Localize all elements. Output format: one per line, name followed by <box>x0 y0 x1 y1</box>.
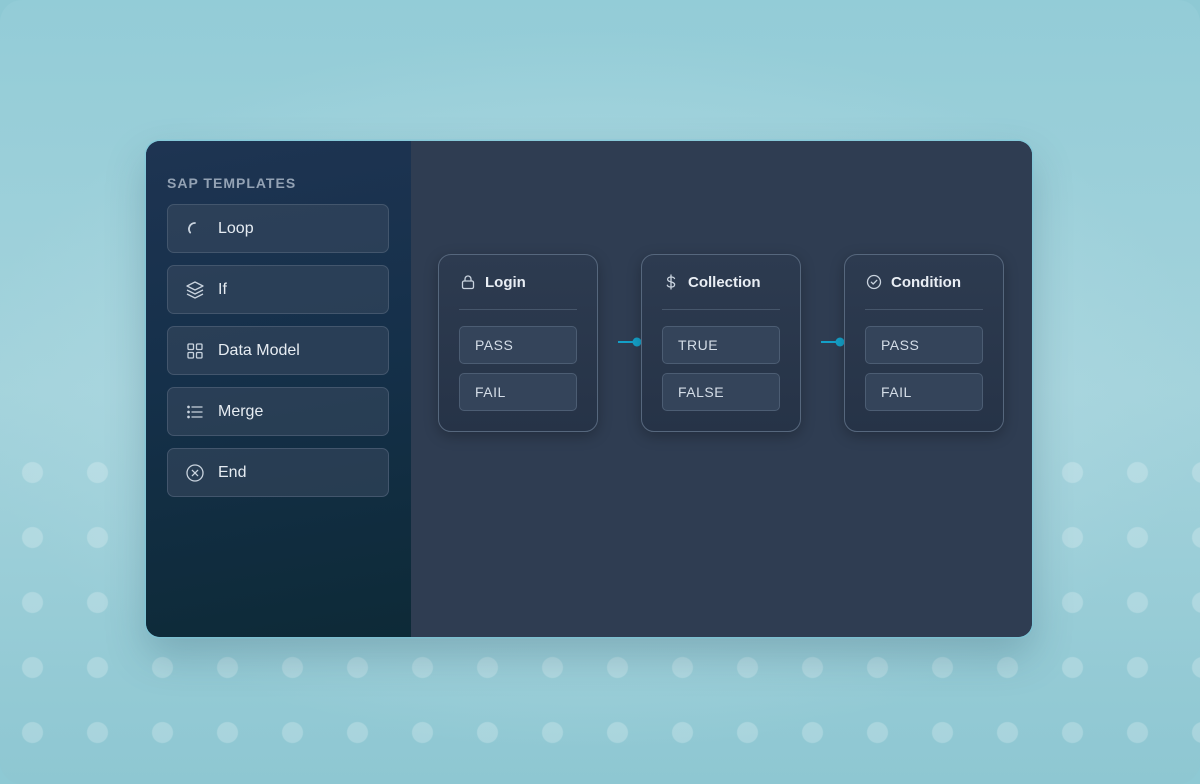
flow-canvas[interactable]: Login PASS FAIL Collection TRUE FALSE Co… <box>411 141 1032 637</box>
sidebar-item-if[interactable]: If <box>167 265 389 314</box>
node-title: Collection <box>688 273 761 291</box>
sidebar-item-label: Loop <box>218 219 254 237</box>
sidebar-item-end[interactable]: End <box>167 448 389 497</box>
lock-icon <box>460 274 476 290</box>
grid-icon <box>185 341 205 361</box>
node-header: Collection <box>662 255 780 310</box>
close-circle-icon <box>185 463 205 483</box>
node-title: Login <box>485 273 526 291</box>
sidebar-item-label: Data Model <box>218 341 300 359</box>
connector-login-collection <box>618 337 642 347</box>
flow-node-login[interactable]: Login PASS FAIL <box>438 254 598 432</box>
sidebar-item-merge[interactable]: Merge <box>167 387 389 436</box>
node-header: Condition <box>865 255 983 310</box>
port-pass[interactable]: PASS <box>865 326 983 364</box>
port-fail[interactable]: FAIL <box>865 373 983 411</box>
editor-window: SAP TEMPLATES Loop If Data Model Merge E… <box>146 141 1032 637</box>
port-true[interactable]: TRUE <box>662 326 780 364</box>
layers-icon <box>185 280 205 300</box>
port-pass[interactable]: PASS <box>459 326 577 364</box>
sidebar-item-label: End <box>218 463 247 481</box>
node-title: Condition <box>891 273 961 291</box>
sidebar-title: SAP TEMPLATES <box>167 175 297 191</box>
loop-icon <box>185 219 205 239</box>
port-false[interactable]: FALSE <box>662 373 780 411</box>
dollar-icon <box>663 274 679 290</box>
list-icon <box>185 402 205 422</box>
sidebar-item-label: Merge <box>218 402 264 420</box>
flow-node-condition[interactable]: Condition PASS FAIL <box>844 254 1004 432</box>
flow-node-collection[interactable]: Collection TRUE FALSE <box>641 254 801 432</box>
sidebar-item-label: If <box>218 280 227 298</box>
port-fail[interactable]: FAIL <box>459 373 577 411</box>
template-sidebar: SAP TEMPLATES Loop If Data Model Merge E… <box>146 141 411 637</box>
node-header: Login <box>459 255 577 310</box>
check-circle-icon <box>866 274 882 290</box>
sidebar-item-loop[interactable]: Loop <box>167 204 389 253</box>
connector-collection-condition <box>821 337 845 347</box>
sidebar-item-data-model[interactable]: Data Model <box>167 326 389 375</box>
